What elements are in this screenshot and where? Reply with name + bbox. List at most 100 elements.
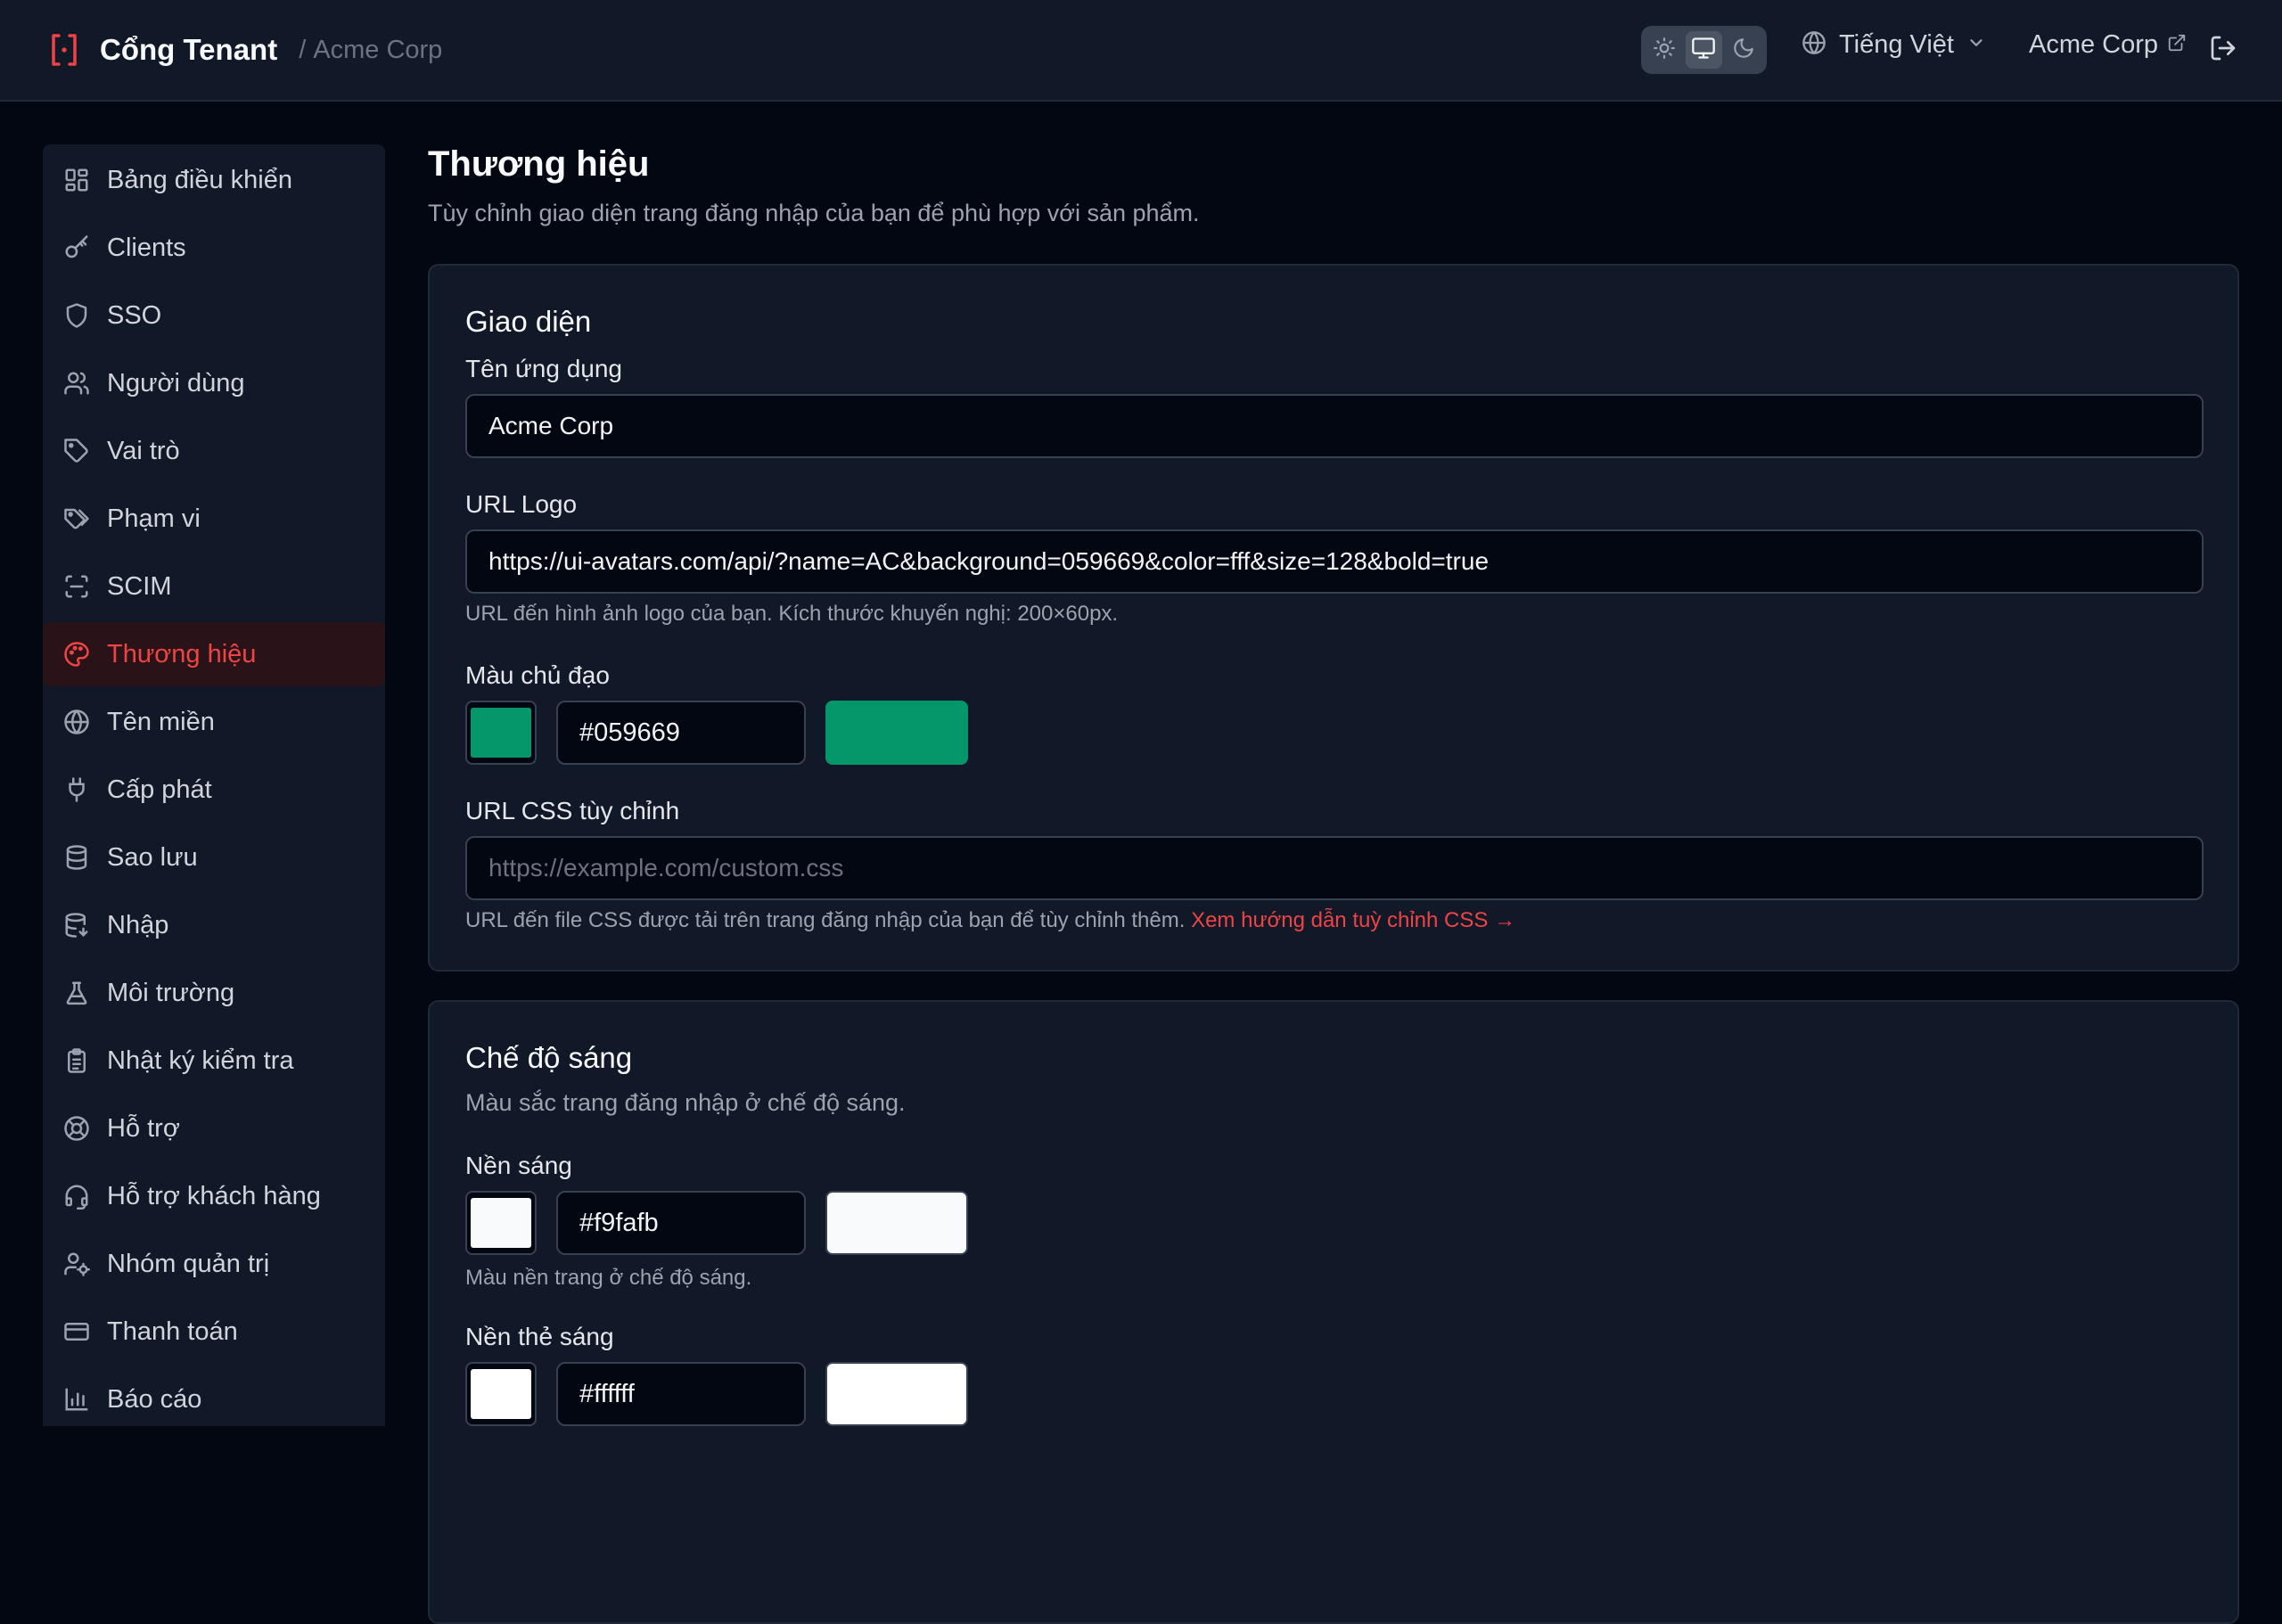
light-background-swatch (471, 1198, 531, 1248)
appearance-card-title: Giao diện (465, 305, 592, 338)
theme-dark-button[interactable] (1726, 31, 1761, 69)
logout-button[interactable] (2209, 34, 2237, 67)
theme-switcher (1641, 26, 1767, 74)
appearance-card: Giao diện Tên ứng dụng Acme Corp URL Log… (428, 264, 2239, 972)
sidebar-item-import[interactable]: Nhập (43, 893, 385, 957)
light-background-picker[interactable] (465, 1191, 537, 1255)
clipboard-icon (62, 1046, 91, 1075)
sidebar-item-label: Sao lưu (107, 842, 198, 872)
database-icon (62, 843, 91, 872)
light-card-background-picker[interactable] (465, 1362, 537, 1426)
sidebar-item-dashboard[interactable]: Bảng điều khiển (43, 148, 385, 212)
globe-icon (62, 708, 91, 736)
sidebar-item-label: SCIM (107, 571, 172, 601)
light-background-preview (825, 1191, 968, 1255)
sidebar-item-scim[interactable]: SCIM (43, 554, 385, 619)
tags-icon (62, 504, 91, 533)
sidebar-item-roles[interactable]: Vai trò (43, 419, 385, 483)
sidebar-item-users[interactable]: Người dùng (43, 351, 385, 415)
sidebar-item-branding[interactable]: Thương hiệu (43, 622, 385, 686)
logout-icon (2209, 36, 2237, 66)
sidebar-item-clients[interactable]: Clients (43, 216, 385, 280)
sidebar-item-label: Bảng điều khiển (107, 165, 292, 194)
light-card-background-label: Nền thẻ sáng (465, 1323, 614, 1350)
sidebar-item-label: Hỗ trợ khách hàng (107, 1181, 321, 1210)
light-background-hex-input[interactable]: #f9fafb (556, 1191, 806, 1255)
light-mode-card-subtitle: Màu sắc trang đăng nhập ở chế độ sáng. (465, 1089, 906, 1116)
lifebuoy-icon (62, 1114, 91, 1143)
sidebar: Bảng điều khiển Clients SSO Người dùng V… (43, 144, 385, 1426)
logo-url-input[interactable]: https://ui-avatars.com/api/?name=AC&back… (465, 529, 2204, 594)
sun-icon (1653, 37, 1676, 64)
primary-color-hex-input[interactable]: #059669 (556, 701, 806, 765)
user-cog-icon (62, 1250, 91, 1278)
top-bar: Cổng Tenant / Acme Corp Tiếng Việt Acme … (0, 0, 2282, 102)
primary-color-preview (825, 701, 968, 765)
sidebar-item-audit-log[interactable]: Nhật ký kiểm tra (43, 1029, 385, 1093)
sidebar-item-sso[interactable]: SSO (43, 283, 385, 348)
scan-icon (62, 572, 91, 601)
sidebar-item-label: Môi trường (107, 978, 235, 1007)
sidebar-item-label: Thanh toán (107, 1316, 238, 1346)
theme-system-button[interactable] (1686, 31, 1722, 69)
sidebar-item-provisioning[interactable]: Cấp phát (43, 758, 385, 822)
logo-url-label: URL Logo (465, 490, 578, 518)
light-background-help: Màu nền trang ở chế độ sáng. (465, 1266, 752, 1290)
sidebar-item-admin-groups[interactable]: Nhóm quản trị (43, 1232, 385, 1296)
light-card-background-row: #ffffff (465, 1362, 968, 1426)
sidebar-item-label: Nhập (107, 910, 169, 939)
bar-chart-icon (62, 1385, 91, 1414)
moon-icon (1732, 37, 1755, 64)
custom-css-input[interactable]: https://example.com/custom.css (465, 836, 2204, 900)
sidebar-item-label: Tên miền (107, 707, 215, 736)
brand[interactable]: Cổng Tenant / Acme Corp (46, 29, 442, 71)
primary-color-swatch (471, 708, 531, 758)
flask-icon (62, 979, 91, 1007)
shield-icon (62, 301, 91, 330)
primary-color-picker[interactable] (465, 701, 537, 765)
theme-light-button[interactable] (1646, 31, 1682, 69)
page-subtitle: Tùy chỉnh giao diện trang đăng nhập của … (428, 200, 1200, 226)
primary-color-label: Màu chủ đạo (465, 661, 610, 689)
globe-icon (1802, 30, 1826, 60)
sidebar-item-billing[interactable]: Thanh toán (43, 1300, 385, 1364)
light-mode-card: Chế độ sáng Màu sắc trang đăng nhập ở ch… (428, 1000, 2239, 1624)
sidebar-item-label: Thương hiệu (107, 639, 257, 668)
custom-css-help-text: URL đến file CSS được tải trên trang đăn… (465, 908, 1186, 932)
sidebar-item-customer-support[interactable]: Hỗ trợ khách hàng (43, 1164, 385, 1228)
sidebar-item-environments[interactable]: Môi trường (43, 961, 385, 1025)
sidebar-item-label: Cấp phát (107, 775, 212, 804)
sidebar-item-label: Người dùng (107, 368, 245, 398)
tag-icon (62, 437, 91, 465)
sidebar-item-label: Hỗ trợ (107, 1113, 180, 1143)
light-background-row: #f9fafb (465, 1191, 968, 1255)
light-card-background-preview (825, 1362, 968, 1426)
sidebar-item-reports[interactable]: Báo cáo (43, 1367, 385, 1431)
app-name-input[interactable]: Acme Corp (465, 394, 2204, 458)
sidebar-item-label: Phạm vi (107, 504, 201, 533)
language-selector[interactable]: Tiếng Việt (1802, 30, 1986, 60)
light-background-label: Nền sáng (465, 1152, 572, 1179)
dashboard-icon (62, 166, 91, 194)
sidebar-item-backup[interactable]: Sao lưu (43, 825, 385, 890)
breadcrumb-separator: / (299, 35, 307, 64)
users-icon (62, 369, 91, 398)
sidebar-item-label: SSO (107, 300, 162, 330)
custom-css-help: URL đến file CSS được tải trên trang đăn… (465, 908, 1515, 933)
sidebar-item-label: Clients (107, 233, 186, 262)
tenant-external-link[interactable]: Acme Corp (2029, 30, 2187, 60)
css-guide-link[interactable]: Xem hướng dẫn tuỳ chỉnh CSS → (1191, 908, 1515, 932)
sidebar-item-domains[interactable]: Tên miền (43, 690, 385, 754)
palette-icon (62, 640, 91, 668)
light-card-background-hex-input[interactable]: #ffffff (556, 1362, 806, 1426)
sidebar-item-scopes[interactable]: Phạm vi (43, 487, 385, 551)
sidebar-item-label: Nhóm quản trị (107, 1249, 270, 1278)
chevron-down-icon (1966, 33, 1986, 57)
database-import-icon (62, 911, 91, 939)
light-card-background-swatch (471, 1369, 531, 1419)
headset-icon (62, 1182, 91, 1210)
breadcrumb-tenant: Acme Corp (313, 35, 443, 64)
tenant-link-label: Acme Corp (2029, 30, 2159, 59)
sidebar-item-support[interactable]: Hỗ trợ (43, 1096, 385, 1161)
app-title: Cổng Tenant (100, 33, 278, 66)
